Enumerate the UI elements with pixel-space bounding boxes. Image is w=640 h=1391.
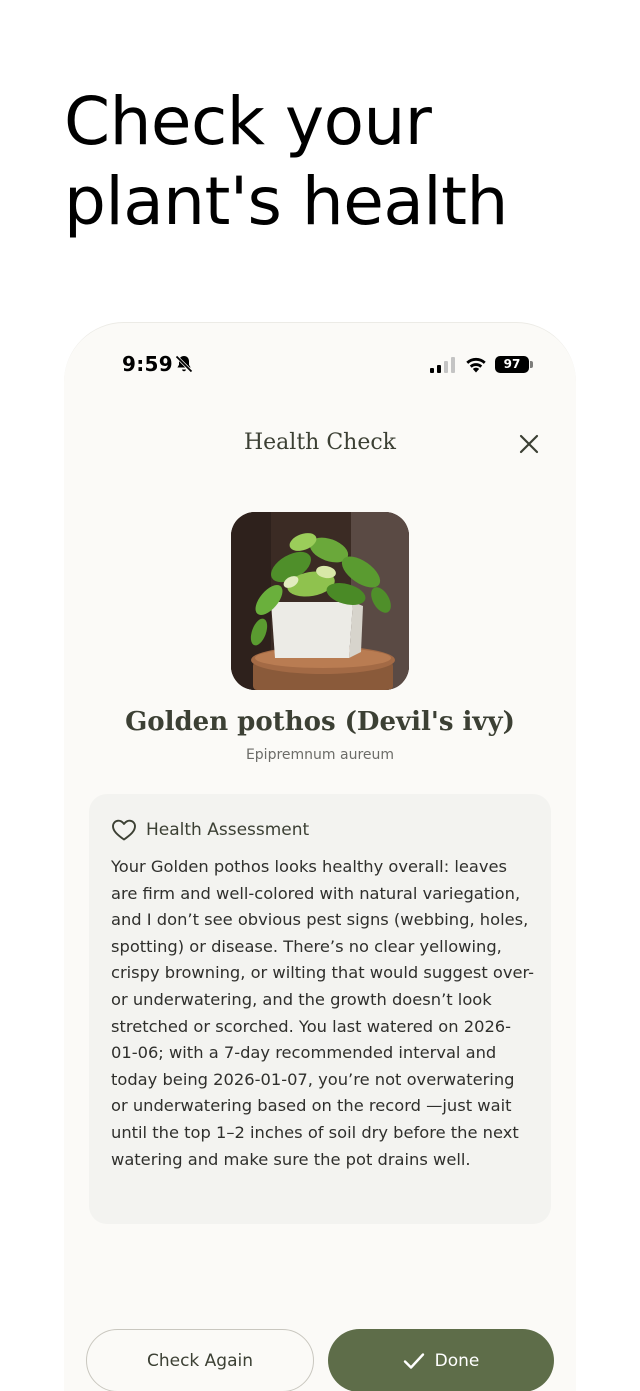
battery-tip bbox=[530, 361, 533, 368]
done-label: Done bbox=[434, 1350, 480, 1371]
plant-illustration bbox=[231, 512, 409, 690]
done-button[interactable]: Done bbox=[328, 1329, 554, 1391]
heart-icon bbox=[112, 819, 136, 841]
check-again-label: Check Again bbox=[146, 1350, 254, 1371]
card-header: Health Assessment bbox=[111, 818, 309, 842]
plant-common-name: Golden pothos (Devil's ivy) bbox=[125, 707, 515, 737]
wifi-icon bbox=[466, 357, 486, 373]
phone-screen: 9:59 97 Health Check Golden pothos (Devi… bbox=[64, 322, 576, 1391]
battery-icon: 97 bbox=[495, 356, 529, 373]
plant-photo bbox=[231, 512, 409, 690]
page-title: Health Check bbox=[243, 430, 397, 455]
bell-slash-icon bbox=[175, 355, 193, 373]
check-again-button[interactable]: Check Again bbox=[86, 1329, 314, 1391]
checkmark-icon bbox=[403, 1352, 424, 1369]
assessment-text: Your Golden pothos looks healthy overall… bbox=[111, 857, 535, 1169]
headline-line-1: Check your bbox=[64, 83, 432, 160]
cellular-signal-icon bbox=[430, 357, 455, 373]
status-time: 9:59 bbox=[122, 352, 173, 376]
card-title: Health Assessment bbox=[146, 820, 310, 840]
close-icon[interactable] bbox=[516, 431, 542, 457]
status-bar: 9:59 97 bbox=[64, 323, 576, 407]
plant-scientific-name: Epipremnum aureum bbox=[245, 747, 395, 763]
headline-line-2: plant's health bbox=[64, 163, 508, 240]
health-assessment-card: Health Assessment Your Golden pothos loo… bbox=[89, 794, 551, 1224]
promo-headline: Check your plant's health bbox=[64, 82, 584, 242]
